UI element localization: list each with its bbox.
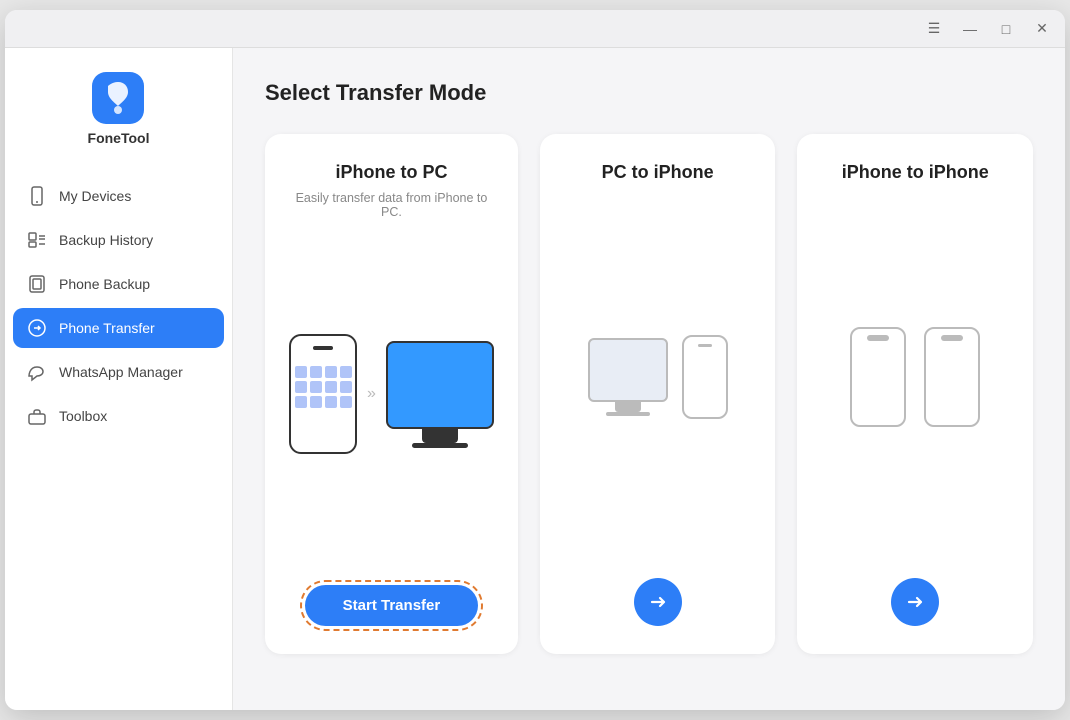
card-iphone-to-pc-title: iPhone to PC <box>335 162 447 183</box>
card-iphone-to-pc: iPhone to PC Easily transfer data from i… <box>265 134 518 654</box>
card-iphone-to-pc-desc: Easily transfer data from iPhone to PC. <box>289 191 494 219</box>
content-area: FoneTool My Devices <box>5 48 1065 710</box>
sidebar-label-toolbox: Toolbox <box>59 408 107 424</box>
card-iphone-to-iphone-action <box>891 562 939 626</box>
iphone-iphone-graphic <box>850 327 980 427</box>
transfer-icon <box>27 318 47 338</box>
pc-iphone-graphic <box>588 335 728 419</box>
app-logo-icon <box>92 72 144 124</box>
iphone-pc-graphic: » <box>289 334 494 454</box>
card-pc-to-iphone-action <box>634 562 682 626</box>
app-name-label: FoneTool <box>88 130 150 146</box>
list-icon <box>27 230 47 250</box>
main-content: Select Transfer Mode iPhone to PC Easily… <box>233 48 1065 710</box>
card-iphone-to-iphone-illustration <box>850 207 980 546</box>
chat-icon <box>27 362 47 382</box>
sidebar-label-backup-history: Backup History <box>59 232 153 248</box>
minimize-button[interactable]: — <box>959 18 981 40</box>
phone-icon <box>27 186 47 206</box>
sidebar-item-phone-backup[interactable]: Phone Backup <box>13 264 224 304</box>
start-transfer-button[interactable]: Start Transfer <box>305 585 479 626</box>
card-iphone-to-pc-illustration: » <box>289 235 494 553</box>
close-button[interactable]: ✕ <box>1031 18 1053 40</box>
sidebar-label-phone-transfer: Phone Transfer <box>59 320 155 336</box>
iphone-to-iphone-arrow-button[interactable] <box>891 578 939 626</box>
cards-container: iPhone to PC Easily transfer data from i… <box>265 134 1033 654</box>
card-pc-to-iphone-illustration <box>588 207 728 546</box>
sidebar-item-whatsapp-manager[interactable]: WhatsApp Manager <box>13 352 224 392</box>
sidebar-label-phone-backup: Phone Backup <box>59 276 150 292</box>
menu-button[interactable]: ☰ <box>923 18 945 40</box>
sidebar-label-my-devices: My Devices <box>59 188 131 204</box>
card-iphone-to-pc-action: Start Transfer <box>305 569 479 626</box>
phone-graphic <box>289 334 357 454</box>
phone-graphic2 <box>682 335 728 419</box>
page-title: Select Transfer Mode <box>265 80 1033 106</box>
pc-to-iphone-arrow-button[interactable] <box>634 578 682 626</box>
app-window: ☰ — □ ✕ FoneTool <box>5 10 1065 710</box>
monitor-graphic2 <box>588 338 668 416</box>
backup-icon <box>27 274 47 294</box>
card-iphone-to-iphone-title: iPhone to iPhone <box>842 162 989 183</box>
logo-area: FoneTool <box>88 72 150 146</box>
card-pc-to-iphone-title: PC to iPhone <box>602 162 714 183</box>
sidebar-item-backup-history[interactable]: Backup History <box>13 220 224 260</box>
phone-graphic3a <box>850 327 906 427</box>
sidebar-label-whatsapp-manager: WhatsApp Manager <box>59 364 183 380</box>
monitor-graphic <box>386 341 494 448</box>
transfer-arrows: » <box>367 385 376 403</box>
maximize-button[interactable]: □ <box>995 18 1017 40</box>
sidebar: FoneTool My Devices <box>5 48 233 710</box>
titlebar: ☰ — □ ✕ <box>5 10 1065 48</box>
sidebar-item-toolbox[interactable]: Toolbox <box>13 396 224 436</box>
card-iphone-to-iphone: iPhone to iPhone <box>797 134 1033 654</box>
sidebar-item-phone-transfer[interactable]: Phone Transfer <box>13 308 224 348</box>
toolbox-icon <box>27 406 47 426</box>
card-pc-to-iphone: PC to iPhone <box>540 134 776 654</box>
phone-graphic3b <box>924 327 980 427</box>
sidebar-item-my-devices[interactable]: My Devices <box>13 176 224 216</box>
